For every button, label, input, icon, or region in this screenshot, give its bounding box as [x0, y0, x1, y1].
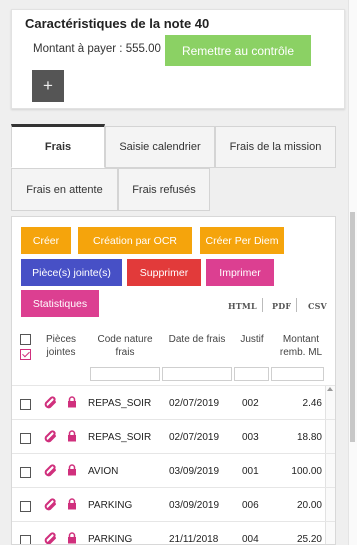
lock-icon: [68, 396, 76, 408]
select-all-checked-checkbox[interactable]: [20, 349, 31, 360]
export-separator: [262, 298, 263, 312]
cell-date: 03/09/2019: [169, 466, 220, 477]
table-row[interactable]: PARKING 21/11/2018 004 25.20: [12, 521, 335, 545]
header-date: Date de frais: [168, 334, 226, 345]
attachments-button[interactable]: Pièce(s) jointe(s): [21, 259, 122, 286]
row-checkbox[interactable]: [20, 433, 31, 444]
lock-icon: [68, 430, 76, 442]
cell-justif: 001: [242, 466, 259, 477]
paperclip-icon[interactable]: [44, 498, 58, 512]
filter-code-input[interactable]: [90, 367, 160, 381]
header-code: Code nature frais: [97, 334, 153, 358]
paperclip-icon[interactable]: [44, 396, 58, 410]
export-html-link[interactable]: HTML: [228, 301, 257, 311]
cell-amount: 18.80: [296, 432, 322, 443]
delete-button[interactable]: Supprimer: [127, 259, 201, 286]
print-button[interactable]: Imprimer: [206, 259, 274, 286]
cell-date: 03/09/2019: [169, 500, 220, 511]
amount-to-pay: Montant à payer : 555.00: [33, 43, 161, 55]
page-scrollbar-thumb[interactable]: [350, 212, 355, 442]
cell-justif: 004: [242, 534, 259, 545]
cell-code: PARKING: [88, 500, 133, 511]
tab-frais-en-attente[interactable]: Frais en attente: [11, 168, 118, 211]
export-pdf-link[interactable]: PDF: [272, 301, 291, 311]
filter-date-input[interactable]: [162, 367, 232, 381]
create-ocr-button[interactable]: Création par OCR: [78, 227, 192, 254]
cell-amount: 20.00: [296, 500, 322, 511]
expenses-panel: Créer Création par OCR Créer Per Diem Pi…: [11, 216, 336, 545]
tab-frais[interactable]: Frais: [11, 124, 105, 168]
select-all-checkbox[interactable]: [20, 334, 31, 345]
note-title: Caractéristiques de la note 40: [25, 16, 210, 31]
row-checkbox[interactable]: [20, 535, 31, 544]
cell-date: 21/11/2018: [169, 534, 219, 545]
create-button[interactable]: Créer: [21, 227, 71, 254]
cell-code: REPAS_SOIR: [88, 398, 152, 409]
lock-icon: [68, 532, 76, 544]
cell-date: 02/07/2019: [169, 432, 220, 443]
statistics-button[interactable]: Statistiques: [21, 290, 99, 317]
filter-justif-input[interactable]: [234, 367, 269, 381]
cell-code: REPAS_SOIR: [88, 432, 152, 443]
cell-code: AVION: [88, 466, 119, 477]
table-row[interactable]: REPAS_SOIR 02/07/2019 002 2.46: [12, 385, 335, 419]
note-summary-card: Caractéristiques de la note 40 Montant à…: [11, 9, 345, 109]
tab-frais-refuses[interactable]: Frais refusés: [118, 168, 210, 211]
paperclip-icon[interactable]: [44, 430, 58, 444]
cell-code: PARKING: [88, 534, 133, 545]
lock-icon: [68, 498, 76, 510]
create-per-diem-button[interactable]: Créer Per Diem: [200, 227, 284, 254]
table-row[interactable]: PARKING 03/09/2019 006 20.00: [12, 487, 335, 521]
cell-justif: 006: [242, 500, 259, 511]
paperclip-icon[interactable]: [44, 532, 58, 545]
header-amount: Montant remb. ML: [279, 334, 323, 358]
row-checkbox[interactable]: [20, 467, 31, 478]
row-checkbox[interactable]: [20, 501, 31, 512]
filter-amount-input[interactable]: [271, 367, 324, 381]
header-attachments: Pièces jointes: [45, 334, 76, 358]
cell-justif: 002: [242, 398, 259, 409]
tab-frais-mission[interactable]: Frais de la mission: [215, 126, 336, 168]
cell-justif: 003: [242, 432, 259, 443]
add-button[interactable]: +: [32, 70, 64, 102]
cell-amount: 2.46: [302, 398, 322, 409]
export-separator: [296, 298, 297, 312]
paperclip-icon[interactable]: [44, 464, 58, 478]
cell-amount: 25.20: [296, 534, 322, 545]
cell-amount: 100.00: [291, 466, 322, 477]
submit-to-control-button[interactable]: Remettre au contrôle: [165, 35, 311, 66]
tab-saisie-calendrier[interactable]: Saisie calendrier: [105, 126, 215, 168]
table-row[interactable]: REPAS_SOIR 02/07/2019 003 18.80: [12, 419, 335, 453]
export-csv-link[interactable]: CSV: [308, 301, 327, 311]
lock-icon: [68, 464, 76, 476]
cell-date: 02/07/2019: [169, 398, 220, 409]
table-row[interactable]: AVION 03/09/2019 001 100.00: [12, 453, 335, 487]
header-justif: Justif: [240, 334, 264, 345]
row-checkbox[interactable]: [20, 399, 31, 410]
